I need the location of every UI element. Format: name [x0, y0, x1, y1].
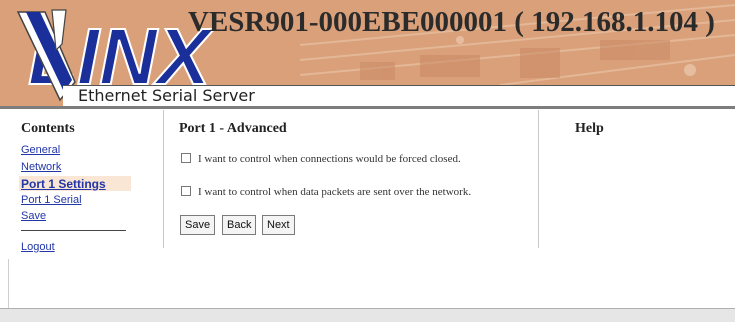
sidebar-separator [163, 110, 164, 248]
sidebar-item-network[interactable]: Network [21, 161, 61, 173]
save-button[interactable]: Save [180, 215, 216, 235]
help-title: Help [575, 121, 604, 136]
sidebar-item-port1-settings[interactable]: Port 1 Settings [21, 177, 106, 191]
page-title: Port 1 - Advanced [179, 121, 287, 136]
device-title: VESR901-000EBE000001 ( 192.168.1.104 ) [188, 6, 715, 38]
sidebar-item-general[interactable]: General [21, 144, 60, 156]
logout-link[interactable]: Logout [21, 241, 55, 253]
forced-close-label: I want to control when connections would… [198, 153, 461, 165]
sidebar-item-port1-serial[interactable]: Port 1 Serial [21, 194, 82, 206]
option-packet-control: I want to control when data packets are … [181, 186, 471, 198]
forced-close-checkbox[interactable] [181, 153, 191, 164]
sidebar-item-save[interactable]: Save [21, 210, 46, 222]
tagline: Ethernet Serial Server [78, 86, 255, 105]
packet-control-label: I want to control when data packets are … [198, 186, 472, 198]
footer-bar [0, 309, 735, 322]
back-button[interactable]: Back [222, 215, 257, 235]
sidebar-title: Contents [21, 121, 75, 136]
packet-control-checkbox[interactable] [181, 186, 191, 197]
content-left-edge [8, 259, 9, 309]
option-forced-close: I want to control when connections would… [181, 153, 461, 165]
sidebar: Contents General Network Port 1 Settings… [0, 109, 160, 259]
help-separator [538, 110, 539, 248]
next-button[interactable]: Next [262, 215, 295, 235]
sidebar-divider [21, 230, 126, 231]
